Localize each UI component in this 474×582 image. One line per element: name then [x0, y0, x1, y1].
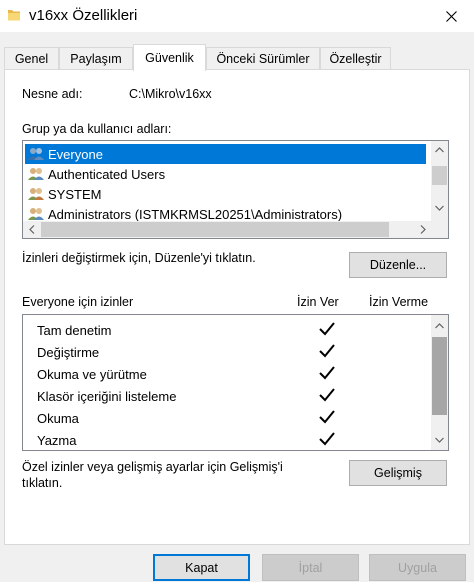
advanced-hint-line1: Özel izinler veya gelişmiş ayarlar için … — [22, 460, 283, 474]
permission-row: Değiştirme — [37, 341, 427, 363]
list-item-authenticated-users[interactable]: Authenticated Users — [25, 164, 425, 184]
deny-column-header: İzin Verme — [369, 295, 429, 309]
group-name: Administrators (ISTMKRMSL20251\Administr… — [48, 206, 343, 222]
scroll-right-icon[interactable] — [414, 221, 431, 238]
permission-row: Okuma — [37, 407, 427, 429]
allow-column-header: İzin Ver — [297, 295, 339, 309]
allow-check-icon — [319, 432, 335, 446]
cancel-label: İptal — [298, 560, 323, 575]
allow-check-icon — [319, 410, 335, 424]
close-dialog-button[interactable]: Kapat — [153, 554, 250, 581]
cancel-button[interactable]: İptal — [262, 554, 359, 581]
folder-icon — [8, 10, 20, 21]
groups-listbox[interactable]: Everyone Authenticated Users SYSTEM Admi… — [22, 140, 449, 239]
permission-row: Klasör içeriğini listeleme — [37, 385, 427, 407]
advanced-button-label: Gelişmiş — [374, 466, 422, 480]
group-name: Everyone — [48, 146, 103, 162]
advanced-button[interactable]: Gelişmiş — [349, 460, 447, 486]
scroll-thumb-horizontal[interactable] — [41, 222, 389, 237]
object-name-value: C:\Mikro\v16xx — [129, 87, 212, 101]
advanced-hint-line2: tıklatın. — [22, 476, 63, 490]
object-name-label: Nesne adı: — [22, 87, 83, 101]
scroll-up-icon[interactable] — [431, 317, 448, 334]
scroll-left-icon[interactable] — [23, 221, 40, 238]
groups-horizontal-scrollbar[interactable] — [23, 221, 448, 238]
tab-strip: Genel Paylaşım Güvenlik Önceki Sürümler … — [4, 44, 470, 71]
users-group-icon — [28, 208, 44, 220]
groups-vertical-scrollbar[interactable] — [431, 141, 448, 221]
title-bar: v16xx Özellikleri — [0, 0, 474, 32]
permissions-vertical-scrollbar[interactable] — [431, 315, 448, 450]
scroll-down-icon[interactable] — [431, 199, 448, 216]
list-item-everyone[interactable]: Everyone — [25, 144, 426, 164]
groups-label: Grup ya da kullanıcı adları: — [22, 122, 172, 136]
list-item-system[interactable]: SYSTEM — [25, 184, 425, 204]
allow-check-icon — [319, 366, 335, 380]
permission-row: Tam denetim — [37, 319, 427, 341]
tab-onceki-surumler[interactable]: Önceki Sürümler — [206, 47, 320, 70]
scroll-thumb[interactable] — [432, 166, 447, 185]
apply-label: Uygula — [398, 560, 437, 575]
tab-guvenlik[interactable]: Güvenlik — [133, 44, 206, 71]
permissions-header: Everyone için izinler — [22, 295, 134, 309]
tab-label: Özelleştir — [329, 52, 382, 66]
scroll-up-icon[interactable] — [431, 141, 448, 158]
scroll-down-icon[interactable] — [431, 431, 448, 448]
close-button[interactable] — [428, 0, 474, 32]
permission-row: Okuma ve yürütme — [37, 363, 427, 385]
allow-check-icon — [319, 344, 335, 358]
tab-genel[interactable]: Genel — [4, 47, 59, 70]
allow-check-icon — [319, 322, 335, 336]
window-title: v16xx Özellikleri — [29, 7, 138, 24]
permission-name: Okuma — [37, 410, 79, 426]
group-name: Authenticated Users — [48, 166, 166, 182]
tab-label: Güvenlik — [145, 51, 194, 65]
close-icon — [445, 10, 457, 22]
tab-label: Genel — [14, 52, 49, 66]
edit-button-label: Düzenle... — [369, 258, 427, 272]
tab-label: Paylaşım — [70, 52, 122, 66]
users-group-icon — [28, 168, 44, 180]
edit-button[interactable]: Düzenle... — [349, 252, 447, 278]
permission-name: Değiştirme — [37, 344, 100, 360]
allow-check-icon — [319, 388, 335, 402]
permission-name: Klasör içeriğini listeleme — [37, 388, 177, 404]
permission-name: Okuma ve yürütme — [37, 366, 147, 382]
tab-paylasim[interactable]: Paylaşım — [59, 47, 133, 70]
tab-ozellestir[interactable]: Özelleştir — [320, 47, 391, 70]
permissions-listbox: Tam denetim Değiştirme Okuma ve yürütme … — [22, 314, 449, 451]
group-name: SYSTEM — [48, 186, 102, 202]
permission-row: Yazma — [37, 429, 427, 450]
apply-button[interactable]: Uygula — [369, 554, 466, 581]
users-group-icon — [28, 148, 44, 160]
users-group-icon — [28, 188, 44, 200]
permission-name: Tam denetim — [37, 322, 112, 338]
edit-hint: İzinleri değiştirmek için, Düzenle'yi tı… — [22, 251, 256, 265]
scroll-thumb[interactable] — [432, 337, 447, 415]
permission-name: Yazma — [37, 432, 77, 448]
close-dialog-label: Kapat — [185, 560, 218, 575]
tab-label: Önceki Sürümler — [216, 52, 310, 66]
